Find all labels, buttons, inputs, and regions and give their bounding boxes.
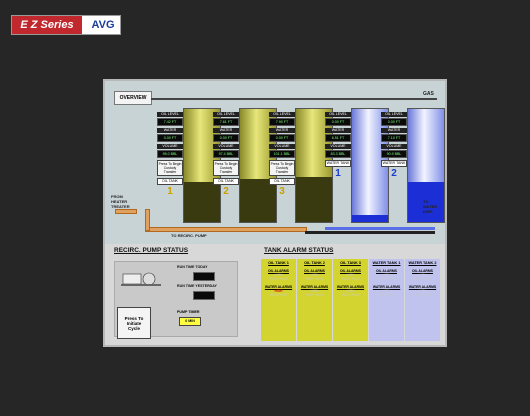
- to-recirc-label: TO RECIRC. PUMP: [171, 233, 207, 238]
- run-today-label: RUN TIME TODAY: [177, 265, 208, 269]
- gauge-value: 7.10 FT: [381, 134, 407, 142]
- run-yesterday-label: RUN TIME YESTERDAY: [177, 284, 217, 288]
- logo-brand: AVG: [91, 19, 115, 31]
- water-alarm-value: HIGH-HIGH: [378, 293, 395, 297]
- gauge-value: 7.61 FT: [213, 118, 239, 126]
- gauge-label: OIL LEVEL: [381, 112, 407, 117]
- drain-pipe: [305, 231, 435, 234]
- alarm-column-3: OIL TANK 3 OIL ALARMS HIGH HIGH-HIGH WATER A…: [333, 259, 368, 341]
- gauge-label: WATER: [157, 128, 183, 133]
- alarm-tank-name: OIL TANK 1: [268, 261, 289, 265]
- gas-label: GAS: [423, 91, 434, 97]
- gauge-label: WATER: [213, 128, 239, 133]
- oil-alarm-value: HIGH-HIGH: [270, 277, 287, 281]
- pump-box: RUN TIME TODAY RUN TIME YESTERDAY Press …: [114, 261, 238, 339]
- gauge-value: 83.3 BBL: [325, 150, 351, 158]
- from-heater-label: FROM HEATER TREATER: [111, 194, 130, 209]
- alarm-column-4: WATER TANK 1 OIL ALARMS HIGH HIGH-HIGH WATER…: [369, 259, 404, 341]
- gauge-value: 6.51 FT: [325, 134, 351, 142]
- tank-name: OIL TANK: [157, 178, 183, 185]
- gauge-value: 101.1 BBL: [269, 150, 295, 158]
- inlet-pipe: [115, 209, 137, 214]
- oil-alarm-value: HIGH-HIGH: [378, 277, 395, 281]
- alarm-tank-name: OIL TANK 2: [304, 261, 325, 265]
- logo-series: E Z Series: [12, 16, 82, 34]
- tank-number: 2: [391, 167, 397, 179]
- run-today-value: [193, 272, 215, 281]
- alarm-column-1: OIL TANK 1 OIL ALARMS HIGH HIGH-HIGH WATER A…: [261, 259, 296, 341]
- alarm-tank-name: OIL TANK 3: [340, 261, 361, 265]
- gauge-value: 0.00 FT: [381, 118, 407, 126]
- logo: E Z Series AVG: [11, 15, 121, 35]
- custody-transfer-button[interactable]: Press To Begin Custody Transfer: [157, 160, 183, 176]
- alarm-tank-name: WATER TANK 1: [372, 261, 401, 265]
- gauge-label: OIL LEVEL: [269, 112, 295, 117]
- water-alarm-value: HIGH-HIGH: [414, 293, 431, 297]
- alarm-title: TANK ALARM STATUS: [264, 247, 334, 254]
- overview-button[interactable]: OVERVIEW: [114, 91, 152, 105]
- tank-gauge-5: OIL LEVEL 0.00 FT WATER 7.10 FT VOLUME 90.9 B…: [381, 112, 407, 222]
- tank-name: OIL TANK: [269, 178, 295, 185]
- tank-gauge-2: OIL LEVEL 7.61 FT WATER 0.00 FT VOLUME 97.4 B…: [213, 112, 239, 222]
- tank-name: WATER TANK: [325, 160, 351, 167]
- tank-gauge-1: OIL LEVEL 7.42 FT WATER 0.00 FT VOLUME 95.0 B…: [157, 112, 183, 222]
- hmi-screen: OVERVIEW GAS OIL LEVEL 7.42 FT WATER 0.00 F…: [103, 79, 447, 347]
- tank-number: 3: [279, 185, 285, 197]
- tank-number: 2: [223, 185, 229, 197]
- gauge-label: VOLUME: [213, 144, 239, 149]
- gauge-value: 0.00 FT: [213, 134, 239, 142]
- gauge-label: VOLUME: [269, 144, 295, 149]
- gauge-label: VOLUME: [157, 144, 183, 149]
- gauge-label: VOLUME: [381, 144, 407, 149]
- water-pipe: [325, 227, 435, 230]
- recirc-panel: RECIRC. PUMP STATUS RUN TIME TODAY RUN T…: [114, 247, 256, 339]
- recirc-riser: [145, 209, 150, 231]
- alarm-tank-name: WATER TANK 2: [408, 261, 437, 265]
- water-alarm-value: HIGH-HIGH: [270, 293, 287, 297]
- oil-alarm-value: HIGH-HIGH: [342, 277, 359, 281]
- tank-number: 1: [167, 185, 173, 197]
- water-alarm-value: HIGH-HIGH: [306, 293, 323, 297]
- tank-name: OIL TANK: [213, 178, 239, 185]
- init-line-3: Cycle: [127, 325, 140, 331]
- run-yesterday-value: [193, 291, 215, 300]
- gauge-value: 7.42 FT: [157, 118, 183, 126]
- gauge-label: WATER: [325, 128, 351, 133]
- gauge-value: 95.0 BBL: [157, 150, 183, 158]
- gauge-value: 97.4 BBL: [213, 150, 239, 158]
- alarm-panel: TANK ALARM STATUS OIL TANK 1 OIL ALARMS HI…: [261, 247, 442, 341]
- gauge-label: OIL LEVEL: [325, 112, 351, 117]
- alarm-column-2: OIL TANK 2 OIL ALARMS HIGH HIGH-HIGH WATER A…: [297, 259, 332, 341]
- gauge-label: WATER: [269, 128, 295, 133]
- gauge-value: 0.00 FT: [157, 134, 183, 142]
- gauge-label: OIL LEVEL: [157, 112, 183, 117]
- pump-icon: [121, 272, 161, 286]
- alarm-column-5: WATER TANK 2 OIL ALARMS HIGH HIGH-HIGH WATER…: [405, 259, 440, 341]
- initiate-cycle-button[interactable]: Press To Initiate Cycle: [117, 307, 151, 339]
- water-alarm-value: HIGH-HIGH: [342, 293, 359, 297]
- process-diagram: OVERVIEW GAS OIL LEVEL 7.42 FT WATER 0.00 F…: [105, 81, 445, 244]
- pump-timer-label: PUMP TIMER: [177, 310, 200, 314]
- oil-alarm-value: HIGH-HIGH: [306, 277, 323, 281]
- gauge-value: 0.00 FT: [325, 118, 351, 126]
- custody-transfer-button[interactable]: Press To Begin Custody Transfer: [269, 160, 295, 176]
- gauge-value: 7.90 FT: [269, 118, 295, 126]
- recirc-pipe: [145, 227, 307, 232]
- to-water-label: TO WATER DISP.: [423, 199, 438, 214]
- gauge-label: WATER: [381, 128, 407, 133]
- pump-timer-value: 0 MIN: [179, 317, 201, 326]
- oil-alarm-value: HIGH-HIGH: [414, 277, 431, 281]
- tank-gauge-3: OIL LEVEL 7.90 FT WATER 0.00 FT VOLUME 101.1 …: [269, 112, 295, 222]
- gauge-label: OIL LEVEL: [213, 112, 239, 117]
- gauge-value: 90.9 BBL: [381, 150, 407, 158]
- gauge-value: 0.00 FT: [269, 134, 295, 142]
- tank-number: 1: [335, 167, 341, 179]
- recirc-title: RECIRC. PUMP STATUS: [114, 247, 189, 254]
- custody-transfer-button[interactable]: Press To Begin Custody Transfer: [213, 160, 239, 176]
- gas-line: [151, 98, 437, 100]
- tank-gauge-4: OIL LEVEL 0.00 FT WATER 6.51 FT VOLUME 83.3 B…: [325, 112, 351, 222]
- tank-name: WATER TANK: [381, 160, 407, 167]
- gauge-label: VOLUME: [325, 144, 351, 149]
